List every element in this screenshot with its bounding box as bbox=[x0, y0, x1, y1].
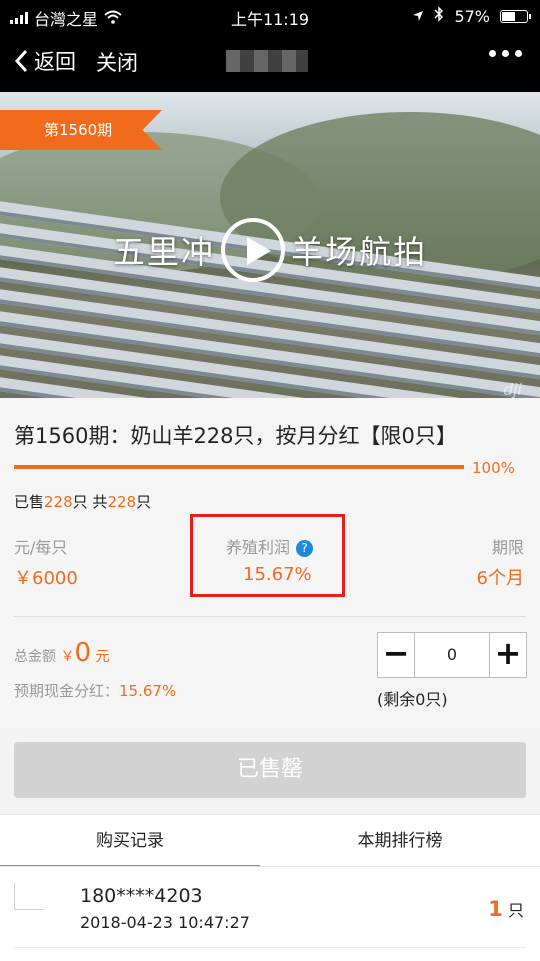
expected-label: 预期现金分红： bbox=[14, 682, 120, 700]
tab-bar: 购买记录 本期排行榜 bbox=[0, 814, 540, 867]
avatar bbox=[14, 883, 43, 910]
record-count-value: 1 bbox=[488, 897, 503, 921]
term-value: 6个月 bbox=[476, 568, 524, 589]
blurred-page-title bbox=[226, 50, 308, 72]
minus-button[interactable]: − bbox=[378, 633, 414, 677]
record-phone: 180****4203 bbox=[80, 885, 203, 907]
sold-mid: 只 共 bbox=[72, 493, 108, 511]
sold-out-button[interactable]: 已售罄 bbox=[14, 742, 526, 798]
video-caption-left: 五里冲 bbox=[112, 233, 215, 271]
period-badge: 第1560期 bbox=[0, 110, 162, 150]
expected-value: 15.67% bbox=[119, 682, 177, 700]
total-amount: 0 bbox=[74, 638, 91, 668]
video-caption: 五里冲 羊场航拍 bbox=[0, 218, 540, 282]
location-icon bbox=[412, 7, 424, 26]
list-item: 180****4203 2018-04-23 10:47:27 1 只 bbox=[0, 866, 540, 961]
total-count: 228 bbox=[107, 493, 137, 511]
battery-percent: 57% bbox=[454, 6, 490, 26]
sold-suffix: 只 bbox=[136, 493, 152, 511]
sold-summary: 已售228只 共228只 bbox=[14, 491, 151, 512]
divider bbox=[14, 947, 526, 948]
dji-watermark: dji bbox=[502, 380, 522, 399]
chevron-left-icon bbox=[14, 49, 28, 73]
term-label: 期限 bbox=[491, 538, 524, 557]
tab-purchase-records[interactable]: 购买记录 bbox=[0, 815, 260, 867]
progress-fill bbox=[14, 465, 464, 469]
more-options-icon[interactable] bbox=[489, 50, 522, 57]
video-caption-right: 羊场航拍 bbox=[291, 233, 428, 271]
progress-percent: 100% bbox=[472, 459, 515, 477]
sold-count: 228 bbox=[44, 493, 73, 511]
tab-ranking[interactable]: 本期排行榜 bbox=[270, 815, 530, 867]
top-bar: 台灣之星 上午11:19 57% 返回 关闭 bbox=[0, 0, 540, 92]
profit-label: 养殖利润 bbox=[226, 538, 291, 557]
close-button[interactable]: 关闭 bbox=[96, 47, 138, 77]
price-label: 元/每只 bbox=[14, 538, 68, 557]
plus-button[interactable]: + bbox=[490, 633, 526, 677]
record-count-unit: 只 bbox=[507, 901, 524, 920]
bluetooth-icon bbox=[434, 6, 444, 26]
remaining-count: (剩余0只) bbox=[377, 690, 448, 709]
status-right: 57% bbox=[412, 6, 531, 26]
product-info: 第1560期：奶山羊228只，按月分红【限0只】 100% 已售228只 共22… bbox=[0, 398, 540, 728]
divider bbox=[14, 616, 526, 617]
profit-value: 15.67% bbox=[243, 564, 312, 585]
profit-label-row: 养殖利润? bbox=[226, 534, 314, 558]
expected-dividend: 预期现金分红：15.67% bbox=[14, 680, 176, 701]
progress-bar bbox=[14, 465, 464, 469]
help-icon[interactable]: ? bbox=[296, 540, 314, 557]
total-amount-row: 总金额 ￥0 元 bbox=[14, 638, 109, 668]
price-value: ￥6000 bbox=[14, 568, 78, 589]
quantity-stepper: − 0 + bbox=[377, 632, 527, 678]
status-bar: 台灣之星 上午11:19 57% bbox=[0, 0, 540, 30]
back-label: 返回 bbox=[34, 50, 76, 74]
sold-prefix: 已售 bbox=[14, 493, 45, 511]
quantity-input[interactable]: 0 bbox=[414, 633, 490, 677]
total-label: 总金额 bbox=[14, 649, 56, 665]
battery-icon bbox=[500, 9, 531, 23]
battery-fill bbox=[502, 11, 515, 21]
back-button[interactable]: 返回 bbox=[14, 46, 76, 76]
record-count: 1 只 bbox=[488, 897, 524, 921]
total-unit: 元 bbox=[95, 649, 110, 665]
product-title: 第1560期：奶山羊228只，按月分红【限0只】 bbox=[14, 424, 457, 448]
play-icon[interactable] bbox=[221, 218, 285, 282]
currency-symbol: ￥ bbox=[60, 649, 75, 665]
record-time: 2018-04-23 10:47:27 bbox=[80, 913, 250, 932]
nav-bar: 返回 关闭 bbox=[0, 38, 540, 86]
